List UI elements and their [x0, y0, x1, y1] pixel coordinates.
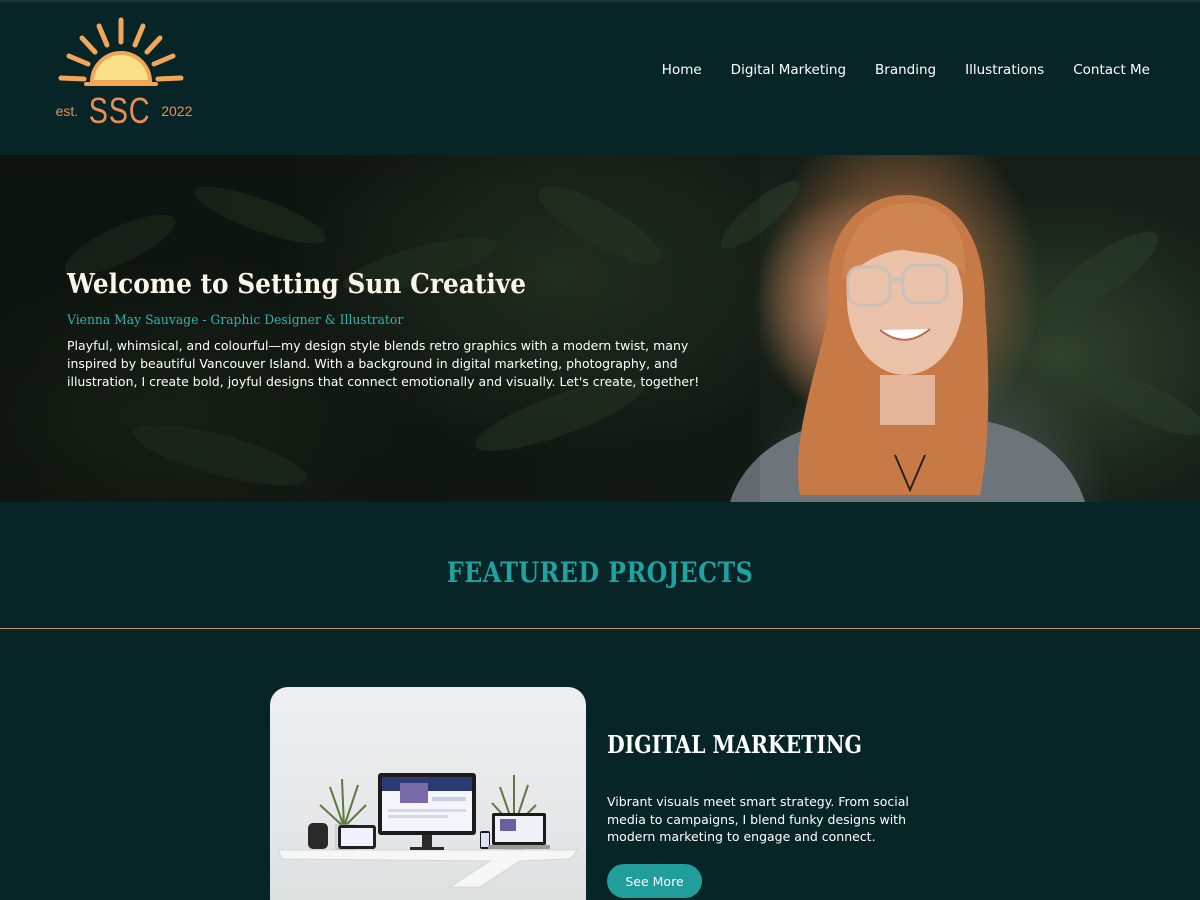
device-mockup-image [277, 773, 580, 888]
logo-est: est. [55, 103, 79, 119]
main-nav: Home Digital Marketing Branding Illustra… [662, 62, 1150, 78]
nav-link-branding[interactable]: Branding [875, 62, 936, 78]
logo-year: 2022 [161, 103, 193, 119]
section-divider [0, 628, 1200, 629]
digital-marketing-heading: DIGITAL MARKETING [607, 730, 862, 759]
digital-marketing-description: Vibrant visuals meet smart strategy. Fro… [607, 794, 909, 844]
logo-initials: SSC [88, 90, 151, 131]
see-more-button[interactable]: See More [607, 864, 702, 898]
hero-subtitle: Vienna May Sauvage - Graphic Designer & … [67, 313, 404, 328]
logo-text: est. SSC 2022 [56, 90, 193, 132]
nav-link-illustrations[interactable]: Illustrations [965, 62, 1044, 78]
sun-logo-icon [58, 17, 184, 86]
site-logo[interactable]: est. SSC 2022 [56, 14, 193, 132]
hero-title: Welcome to Setting Sun Creative [67, 269, 527, 300]
digital-marketing-image[interactable] [270, 687, 586, 900]
featured-projects-title: FEATURED PROJECTS [446, 556, 754, 589]
hero-overlay [0, 155, 760, 502]
hero-description: Playful, whimsical, and colourful—my des… [67, 338, 700, 389]
hero-section: Welcome to Setting Sun Creative Vienna M… [0, 155, 1200, 502]
nav-link-contact-me[interactable]: Contact Me [1073, 62, 1150, 78]
nav-link-digital-marketing[interactable]: Digital Marketing [731, 62, 846, 78]
site-header: est. SSC 2022 Home Digital Marketing Bra… [0, 0, 1200, 155]
nav-link-home[interactable]: Home [662, 62, 702, 78]
